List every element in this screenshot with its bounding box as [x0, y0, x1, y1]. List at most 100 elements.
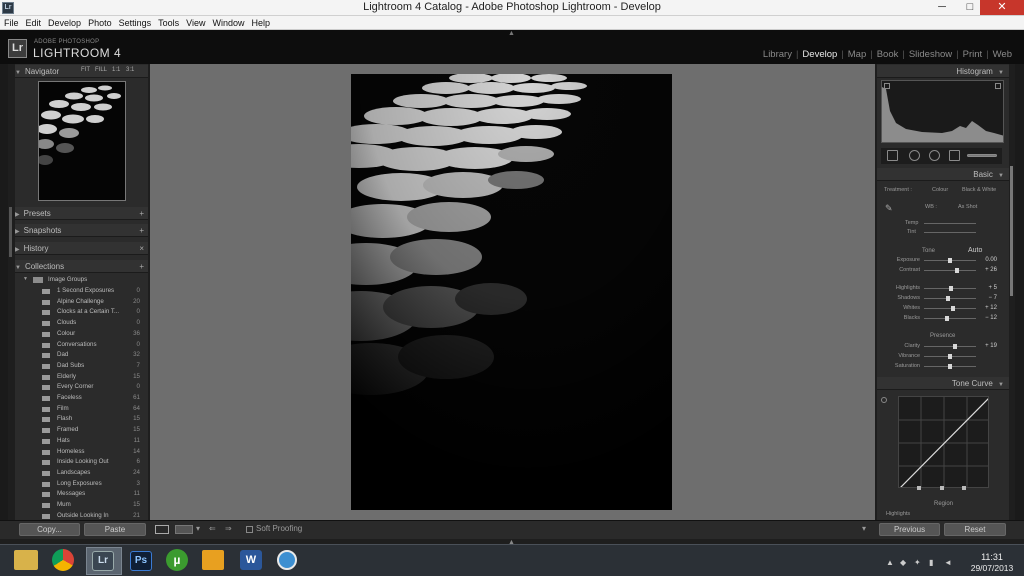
- outlook-icon[interactable]: [202, 550, 224, 570]
- slider-knob[interactable]: [945, 296, 950, 301]
- tint-slider-track[interactable]: [924, 232, 976, 233]
- zoom-fit[interactable]: FIT: [81, 67, 90, 73]
- module-develop[interactable]: Develop: [798, 49, 841, 60]
- auto-tone-button[interactable]: Auto: [968, 247, 982, 254]
- graduated-filter-icon[interactable]: [949, 150, 960, 161]
- add-snapshot-icon[interactable]: +: [139, 224, 144, 237]
- slider-value[interactable]: + 26: [981, 267, 997, 273]
- add-preset-icon[interactable]: +: [139, 207, 144, 220]
- histogram-display[interactable]: [881, 80, 1004, 143]
- curve-split-handle[interactable]: [940, 486, 944, 490]
- histogram-header[interactable]: Histogram ▼: [877, 65, 1009, 78]
- history-header[interactable]: ▶ History ×: [15, 242, 148, 255]
- clear-history-icon[interactable]: ×: [139, 242, 144, 255]
- slider-knob[interactable]: [949, 286, 954, 291]
- clock-date[interactable]: 29/07/2013: [965, 563, 1019, 573]
- slider-value[interactable]: 0.00: [981, 257, 997, 263]
- collection-item[interactable]: Every Corner 0: [15, 382, 148, 393]
- menu-help[interactable]: Help: [248, 16, 274, 29]
- slider-knob[interactable]: [948, 354, 952, 359]
- slider-track[interactable]: [924, 308, 976, 309]
- slider-knob[interactable]: [953, 344, 958, 349]
- tone-curve-graph[interactable]: [898, 396, 989, 488]
- previous-button[interactable]: Previous: [879, 523, 940, 536]
- left-panel-scrollbar[interactable]: [9, 207, 12, 257]
- before-after-dropdown-icon[interactable]: ▾: [196, 524, 200, 533]
- close-button[interactable]: ✕: [980, 0, 1024, 15]
- right-panel-scrollbar[interactable]: [1010, 166, 1013, 296]
- collection-item[interactable]: Conversations 0: [15, 340, 148, 351]
- snapshots-header[interactable]: ▶ Snapshots +: [15, 224, 148, 237]
- menu-tools[interactable]: Tools: [154, 16, 182, 29]
- add-collection-icon[interactable]: +: [139, 260, 144, 273]
- module-print[interactable]: Print: [959, 49, 987, 60]
- slider-knob[interactable]: [948, 364, 952, 369]
- crop-tool-icon[interactable]: [887, 150, 898, 161]
- app-globe-icon[interactable]: [277, 550, 297, 570]
- wb-value[interactable]: As Shot: [958, 204, 977, 210]
- collection-item[interactable]: Framed 15: [15, 425, 148, 436]
- collection-item[interactable]: Faceless 61: [15, 393, 148, 404]
- navigator-preview[interactable]: [38, 81, 126, 201]
- zoom-1-1[interactable]: 1:1: [112, 67, 120, 73]
- eyedropper-icon[interactable]: ✎: [885, 203, 895, 213]
- collection-item[interactable]: Alpine Challenge 20: [15, 297, 148, 308]
- slider-value[interactable]: − 7: [981, 295, 997, 301]
- zoom-3-1[interactable]: 3:1: [126, 67, 134, 73]
- tray-icon-b[interactable]: ✦: [914, 558, 921, 567]
- curve-split-handle[interactable]: [962, 486, 966, 490]
- main-photo[interactable]: [351, 74, 672, 510]
- paste-button[interactable]: Paste: [84, 523, 146, 536]
- collection-item[interactable]: 1 Second Exposures 0: [15, 286, 148, 297]
- collection-item[interactable]: Clouds 0: [15, 318, 148, 329]
- tray-expand-icon[interactable]: ▲: [886, 558, 894, 567]
- collection-item[interactable]: Long Exposures 3: [15, 479, 148, 490]
- curve-split-handle[interactable]: [917, 486, 921, 490]
- collection-set-row[interactable]: ▼ Image Groups: [15, 275, 148, 286]
- right-edge-bar[interactable]: [1015, 64, 1024, 520]
- temp-slider-track[interactable]: [924, 223, 976, 224]
- slider-track[interactable]: [924, 270, 976, 271]
- shadow-clipping-icon[interactable]: [884, 83, 890, 89]
- before-after-icon[interactable]: [175, 525, 193, 534]
- basic-header[interactable]: Basic ▼: [877, 168, 1009, 181]
- slider-value[interactable]: + 19: [981, 343, 997, 349]
- collection-item[interactable]: Inside Looking Out 6: [15, 457, 148, 468]
- collection-item[interactable]: Mum 15: [15, 500, 148, 511]
- soft-proofing-checkbox[interactable]: [246, 526, 253, 533]
- menu-develop[interactable]: Develop: [44, 16, 84, 29]
- slider-track[interactable]: [924, 346, 976, 347]
- next-arrow-icon[interactable]: ⇒: [225, 524, 232, 533]
- collection-item[interactable]: Messages 11: [15, 489, 148, 500]
- module-map[interactable]: Map: [844, 49, 870, 60]
- slider-value[interactable]: + 12: [981, 305, 997, 311]
- copy-button[interactable]: Copy...: [19, 523, 80, 536]
- collection-item[interactable]: Dad Subs 7: [15, 361, 148, 372]
- reset-button[interactable]: Reset: [944, 523, 1006, 536]
- menu-photo[interactable]: Photo: [84, 16, 115, 29]
- collection-item[interactable]: Landscapes 24: [15, 468, 148, 479]
- chrome-icon[interactable]: [52, 549, 74, 571]
- slider-track[interactable]: [924, 318, 976, 319]
- menu-file[interactable]: File: [0, 16, 22, 29]
- collection-item[interactable]: Homeless 14: [15, 447, 148, 458]
- collection-item[interactable]: Dad 32: [15, 350, 148, 361]
- left-edge-bar[interactable]: [0, 64, 8, 520]
- highlight-clipping-icon[interactable]: [995, 83, 1001, 89]
- menu-edit[interactable]: Edit: [22, 16, 45, 29]
- toolbar-menu-icon[interactable]: ▾: [862, 524, 866, 533]
- word-icon[interactable]: W: [240, 550, 262, 570]
- top-panel-toggle-icon[interactable]: ▲: [508, 30, 515, 37]
- spot-removal-icon[interactable]: [909, 150, 920, 161]
- previous-arrow-icon[interactable]: ⇐: [209, 524, 216, 533]
- slider-knob[interactable]: [948, 258, 952, 263]
- loupe-view-icon[interactable]: [155, 525, 169, 534]
- collection-item[interactable]: Elderly 15: [15, 372, 148, 383]
- menu-settings[interactable]: Settings: [115, 16, 155, 29]
- collection-item[interactable]: Hats 11: [15, 436, 148, 447]
- file-explorer-icon[interactable]: [14, 550, 38, 570]
- slider-value[interactable]: + 5: [981, 285, 997, 291]
- collection-item[interactable]: Film 64: [15, 404, 148, 415]
- menu-view[interactable]: View: [182, 16, 208, 29]
- collection-item[interactable]: Flash 15: [15, 414, 148, 425]
